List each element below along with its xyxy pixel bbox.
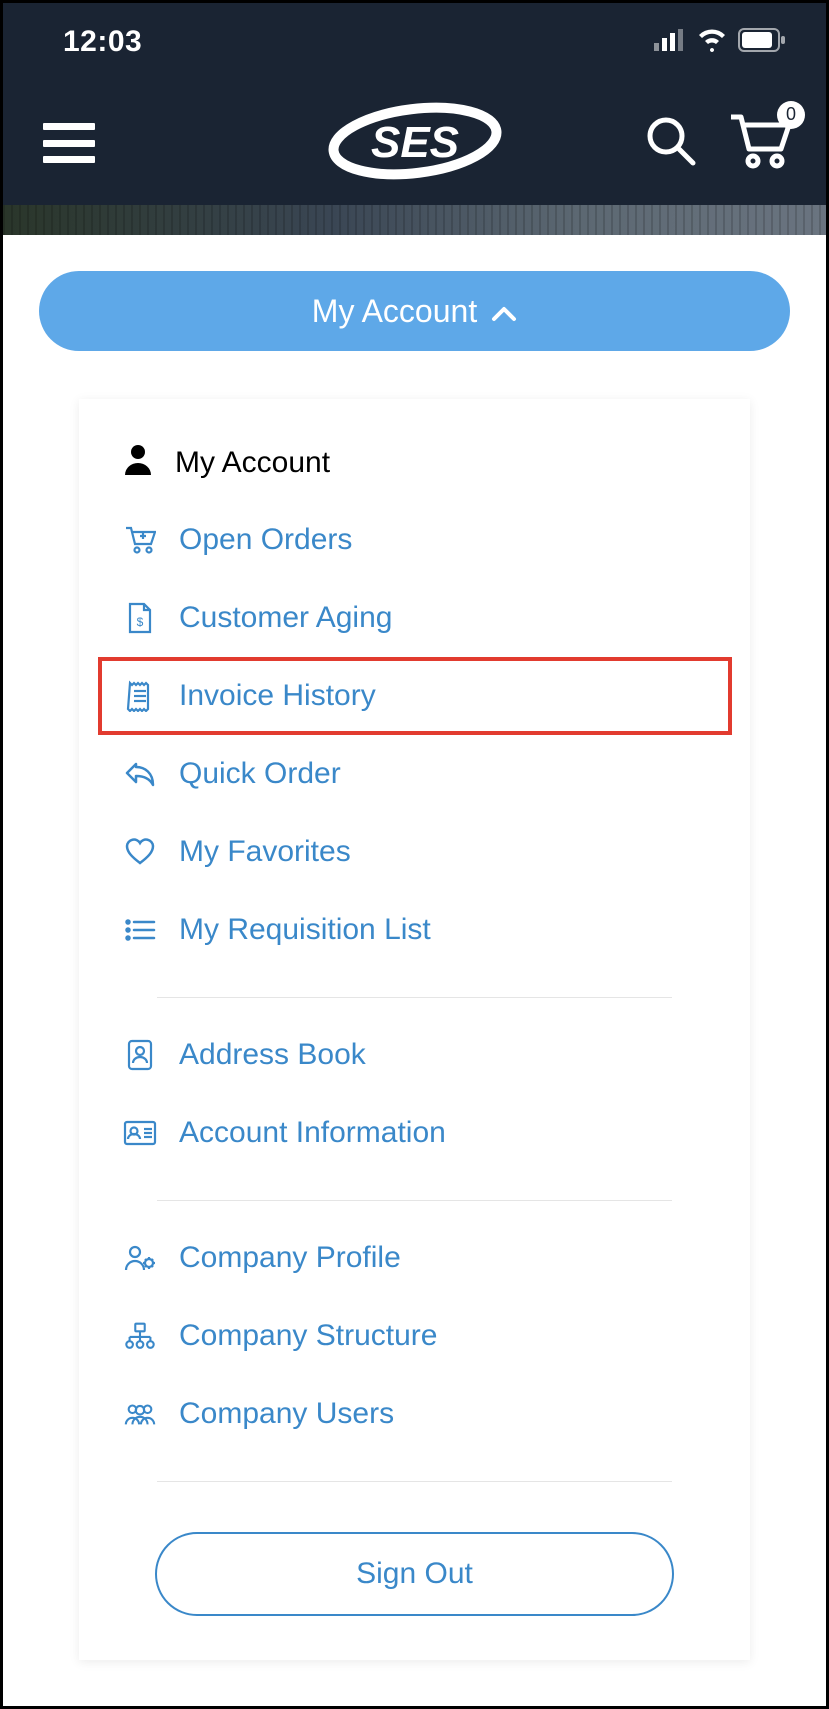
file-dollar-icon: $ [123, 602, 157, 634]
list-icon [123, 918, 157, 942]
menu-item-my-favorites[interactable]: My Favorites [79, 813, 750, 891]
menu-item-label: Company Users [179, 1397, 394, 1431]
menu-item-label: Quick Order [179, 757, 341, 791]
menu-item-label: Open Orders [179, 523, 352, 557]
menu-divider [157, 1200, 672, 1201]
sign-out-button[interactable]: Sign Out [155, 1532, 674, 1616]
menu-header: My Account [79, 399, 750, 501]
menu-item-address-book[interactable]: Address Book [79, 1016, 750, 1094]
status-bar: 12:03 [3, 3, 826, 81]
menu-item-label: Customer Aging [179, 601, 392, 635]
search-button[interactable] [643, 113, 699, 174]
svg-text:$: $ [137, 615, 144, 629]
menu-item-company-users[interactable]: Company Users [79, 1375, 750, 1453]
user-icon [123, 443, 153, 483]
menu-item-label: Company Structure [179, 1319, 437, 1353]
battery-icon [738, 28, 786, 57]
account-menu-card: My Account Open Orders $ Customer Aging [79, 399, 750, 1660]
org-icon [123, 1321, 157, 1351]
menu-item-customer-aging[interactable]: $ Customer Aging [79, 579, 750, 657]
menu-item-requisition-list[interactable]: My Requisition List [79, 891, 750, 969]
chevron-up-icon [491, 293, 517, 330]
menu-item-label: Company Profile [179, 1241, 401, 1275]
menu-item-label: My Favorites [179, 835, 351, 869]
menu-section-account: Address Book Account Information [79, 1016, 750, 1182]
menu-item-invoice-history[interactable]: Invoice History [100, 659, 730, 733]
menu-item-label: Address Book [179, 1038, 366, 1072]
menu-section-orders: Open Orders $ Customer Aging Invoice His… [79, 501, 750, 979]
contact-icon [123, 1039, 157, 1071]
status-icons [654, 28, 786, 57]
users-icon [123, 1401, 157, 1427]
my-account-label: My Account [312, 293, 477, 330]
menu-item-label: Account Information [179, 1116, 446, 1150]
cart-button[interactable]: 0 [727, 111, 791, 176]
my-account-dropdown-button[interactable]: My Account [39, 271, 790, 351]
svg-text:SES: SES [370, 118, 458, 167]
wifi-icon [696, 28, 728, 57]
cart-count-badge: 0 [777, 101, 805, 129]
sign-out-label: Sign Out [356, 1557, 473, 1590]
menu-item-quick-order[interactable]: Quick Order [79, 735, 750, 813]
menu-item-account-information[interactable]: Account Information [79, 1094, 750, 1172]
status-time: 12:03 [63, 25, 142, 59]
cellular-icon [654, 29, 686, 56]
menu-divider [157, 1481, 672, 1482]
user-gear-icon [123, 1243, 157, 1273]
reply-icon [123, 760, 157, 788]
receipt-icon [123, 680, 157, 712]
brand-logo[interactable]: SES [325, 101, 505, 186]
menu-item-label: Invoice History [179, 679, 376, 713]
menu-button[interactable] [43, 123, 95, 163]
hero-image-strip [3, 205, 826, 235]
menu-item-label: My Requisition List [179, 913, 431, 947]
id-card-icon [123, 1120, 157, 1146]
menu-item-company-structure[interactable]: Company Structure [79, 1297, 750, 1375]
menu-section-company: Company Profile Company Structure Compan… [79, 1219, 750, 1463]
menu-divider [157, 997, 672, 998]
menu-item-open-orders[interactable]: Open Orders [79, 501, 750, 579]
menu-header-label: My Account [175, 446, 330, 480]
page-content: My Account My Account Open Orders [3, 235, 826, 1660]
heart-icon [123, 838, 157, 866]
menu-item-company-profile[interactable]: Company Profile [79, 1219, 750, 1297]
app-header: SES 0 [3, 81, 826, 205]
cart-plus-icon [123, 525, 157, 555]
